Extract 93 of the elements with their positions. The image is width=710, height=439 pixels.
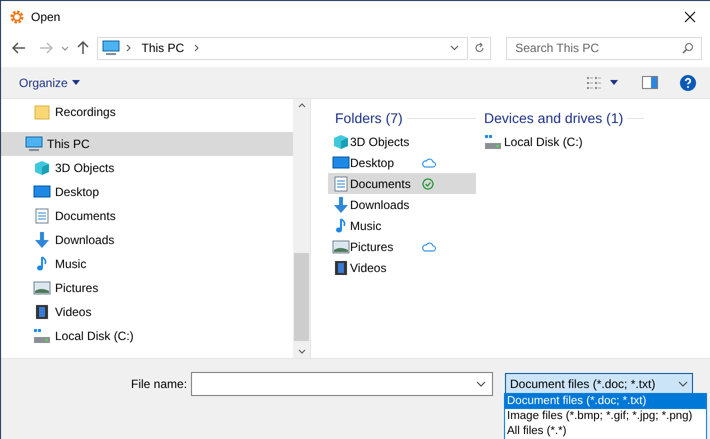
dropdown-option[interactable]: Image files (*.bmp; *.gif; *.jpg; *.png) [505, 409, 706, 424]
down-arrow-icon [33, 232, 51, 248]
cube-icon [332, 134, 350, 150]
organize-button[interactable]: Organize [11, 70, 88, 94]
nav-label: Videos [55, 304, 92, 321]
folder-item[interactable]: Music [328, 215, 476, 236]
nav-item[interactable]: Local Disk (C:) [1, 324, 293, 348]
computer-icon [25, 136, 43, 152]
folder-item[interactable]: Desktop [328, 152, 476, 173]
monitor-icon [33, 184, 51, 200]
gear-icon [9, 9, 25, 25]
picture-icon [33, 280, 51, 296]
nav-label: Pictures [55, 280, 98, 297]
nav-item[interactable]: Documents [1, 204, 293, 228]
up-arrow-icon [76, 41, 89, 55]
folder-label: Documents [350, 176, 412, 192]
nav-label: Desktop [55, 184, 100, 201]
check-circle-icon [422, 178, 434, 190]
nav-item[interactable]: Music [1, 252, 293, 276]
drive-icon [33, 328, 51, 344]
group-heading: Folders (7) [335, 108, 403, 128]
nav-label: Music [55, 256, 86, 273]
dropdown-option[interactable]: Document files (*.doc; *.txt) [505, 394, 706, 409]
document-icon [33, 208, 51, 224]
folder-label: Music [350, 218, 382, 234]
drive-icon [484, 134, 502, 150]
chevron-down-icon [450, 45, 459, 51]
search-field[interactable]: Search This PC [506, 36, 702, 60]
picture-icon [332, 238, 350, 254]
drive-label: Local Disk (C:) [504, 134, 583, 150]
nav-label: This PC [47, 136, 90, 153]
breadcrumb[interactable]: This PC [141, 39, 184, 57]
down-arrow-icon [332, 196, 350, 212]
monitor-icon [332, 154, 350, 170]
nav-item[interactable]: This PC [1, 132, 293, 156]
folder-label: Videos [350, 260, 388, 276]
caret-icon [72, 80, 80, 85]
refresh-button[interactable] [470, 36, 492, 60]
file-name-label: File name: [131, 376, 188, 393]
folder-item[interactable]: Downloads [328, 194, 476, 215]
folder-icon [33, 104, 51, 120]
cube-icon [33, 160, 51, 176]
computer-icon [102, 40, 120, 56]
nav-item[interactable]: Pictures [1, 276, 293, 300]
nav-item[interactable]: Downloads [1, 228, 293, 252]
scroll-thumb[interactable] [294, 253, 309, 341]
chevron-down-icon [678, 381, 688, 387]
chevron-right-icon [126, 44, 132, 52]
folder-item[interactable]: Documents [328, 173, 476, 194]
chevron-down-icon [61, 46, 69, 50]
help-icon [680, 74, 696, 90]
folder-item[interactable]: 3D Objects [328, 131, 476, 152]
dropdown-value: Document files (*.doc; *.txt) [510, 376, 656, 393]
folder-label: Desktop [350, 154, 396, 172]
back-arrow-icon [12, 42, 26, 54]
nav-item[interactable]: 3D Objects [1, 156, 293, 180]
scrollbar[interactable] [293, 99, 310, 358]
address-bar[interactable]: This PC [97, 36, 468, 60]
dropdown-option[interactable]: All files (*.*) [505, 424, 706, 439]
nav-label: 3D Objects [55, 160, 114, 177]
folder-item[interactable]: Pictures [328, 236, 476, 257]
nav-item[interactable]: Videos [1, 300, 293, 324]
document-icon [332, 176, 350, 192]
nav-label: Recordings [55, 104, 116, 121]
window-title: Open [31, 9, 60, 26]
chevron-right-icon [194, 44, 200, 52]
nav-item[interactable]: Desktop [1, 180, 293, 204]
forward-arrow-icon [39, 42, 54, 54]
chevron-down-icon [476, 381, 486, 387]
refresh-icon [474, 42, 486, 54]
preview-pane-icon [642, 76, 658, 89]
film-icon [33, 304, 51, 320]
folder-label: 3D Objects [350, 134, 410, 150]
search-icon [682, 42, 694, 54]
cloud-icon [422, 158, 436, 168]
chevron-down-icon [298, 349, 306, 354]
file-type-dropdown[interactable]: Document files (*.doc; *.txt) [505, 373, 693, 395]
folder-label: Downloads [350, 196, 410, 214]
film-icon [332, 260, 350, 276]
nav-label: Local Disk (C:) [55, 328, 134, 345]
nav-label: Documents [55, 208, 116, 225]
drive-item[interactable]: Local Disk (C:) [484, 131, 644, 152]
nav-item[interactable]: Recordings [1, 100, 293, 124]
folder-item[interactable]: Videos [328, 257, 476, 278]
cloud-icon [422, 242, 436, 252]
chevron-up-icon [298, 103, 306, 108]
view-icon [586, 76, 602, 90]
caret-icon [610, 80, 618, 85]
group-heading: Devices and drives (1) [484, 108, 624, 128]
folder-label: Pictures [350, 238, 394, 256]
close-icon [684, 11, 696, 23]
file-name-field[interactable] [191, 372, 493, 396]
nav-label: Downloads [55, 232, 114, 249]
